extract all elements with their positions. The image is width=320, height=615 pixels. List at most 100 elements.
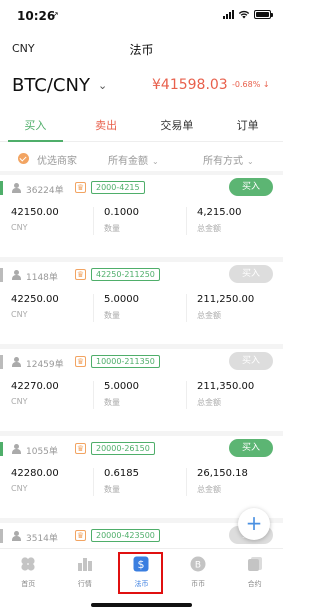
add-button[interactable]: + xyxy=(238,508,270,540)
tab-sell[interactable]: 卖出 xyxy=(71,114,142,141)
order-count: 1148单 xyxy=(26,273,58,283)
chevron-down-icon: ⌄ xyxy=(97,79,108,92)
card-accent-bar xyxy=(0,355,3,369)
card-accent-bar xyxy=(0,529,3,543)
limit-range-badge: 10000-211350 xyxy=(91,355,160,368)
divider xyxy=(93,381,94,409)
price-label: CNY xyxy=(11,223,28,232)
crown-icon: ♛ xyxy=(75,356,86,367)
pair-selector[interactable]: BTC/CNY ⌄ xyxy=(12,75,107,96)
divider xyxy=(93,207,94,235)
order-count: 3514单 xyxy=(26,534,58,544)
offer-card-header: 1055单 ♛ 20000-26150 买入 xyxy=(0,439,283,458)
pair-row: BTC/CNY ⌄ ¥41598.03 -0.68% ↓ xyxy=(0,68,283,106)
offer-card: 1055单 ♛ 20000-26150 买入 42280.00 CNY 0.61… xyxy=(0,436,283,518)
coin-icon: B xyxy=(190,556,206,572)
nav-label: 币币 xyxy=(191,580,206,588)
quantity-column: 5.0000 数量 xyxy=(104,381,139,408)
buy-button[interactable]: 买入 xyxy=(229,352,273,370)
price-value: 42150.00 xyxy=(11,207,59,218)
user-icon xyxy=(12,444,21,454)
price-column: 42250.00 CNY xyxy=(11,294,59,319)
market-icon xyxy=(77,558,92,571)
total-label: 总金额 xyxy=(197,311,221,320)
price-column: 42150.00 CNY xyxy=(11,207,59,232)
price-value: 42250.00 xyxy=(11,294,59,305)
offer-card: 36224单 ♛ 2000-4215 买入 42150.00 CNY 0.100… xyxy=(0,175,283,257)
divider xyxy=(186,207,187,235)
buy-button[interactable]: 买入 xyxy=(229,265,273,283)
buy-button[interactable]: 买入 xyxy=(229,178,273,196)
quantity-column: 5.0000 数量 xyxy=(104,294,139,321)
price-label: CNY xyxy=(11,484,28,493)
price-label: CNY xyxy=(11,397,28,406)
pair-change: -0.68% ↓ xyxy=(232,80,270,89)
nav-contract[interactable]: 合约 xyxy=(226,549,283,592)
payment-method-filter-label: 所有方式 xyxy=(203,156,243,167)
offer-card-header: 36224单 ♛ 2000-4215 买入 xyxy=(0,178,283,197)
check-circle-icon[interactable] xyxy=(18,153,29,164)
pair-price: ¥41598.03 xyxy=(152,77,228,93)
page-title: 法币 xyxy=(129,43,154,57)
total-value: 4,215.00 xyxy=(197,207,242,218)
total-column: 211,350.00 总金额 xyxy=(197,381,254,408)
tab-trade-orders[interactable]: 交易单 xyxy=(142,114,213,141)
tab-orders[interactable]: 订单 xyxy=(212,114,283,141)
tab-bar: 买入 卖出 交易单 订单 xyxy=(0,114,283,142)
amount-filter[interactable]: 所有金额 ⌄ xyxy=(108,152,159,167)
total-column: 211,250.00 总金额 xyxy=(197,294,254,321)
quantity-value: 0.6185 xyxy=(104,468,139,479)
nav-coin[interactable]: B 币币 xyxy=(170,549,227,592)
preferred-merchant-filter[interactable]: 优选商家 xyxy=(37,152,77,167)
contract-icon xyxy=(247,557,262,571)
nav-market[interactable]: 行情 xyxy=(57,549,114,592)
quantity-value: 5.0000 xyxy=(104,381,139,392)
quantity-label: 数量 xyxy=(104,485,120,494)
home-icon xyxy=(21,557,35,571)
nav-label: 行情 xyxy=(77,580,92,588)
limit-range-badge: 2000-4215 xyxy=(91,181,145,194)
total-label: 总金额 xyxy=(197,485,221,494)
total-value: 211,250.00 xyxy=(197,294,255,305)
quantity-label: 数量 xyxy=(104,398,120,407)
price-column: 42270.00 CNY xyxy=(11,381,59,406)
order-count: 12459单 xyxy=(26,360,64,370)
battery-icon xyxy=(254,10,273,19)
card-accent-bar xyxy=(0,181,3,195)
total-label: 总金额 xyxy=(197,398,221,407)
pair-name: BTC/CNY xyxy=(12,75,90,96)
card-accent-bar xyxy=(0,442,3,456)
payment-method-filter[interactable]: 所有方式 ⌄ xyxy=(203,152,254,167)
divider xyxy=(186,468,187,496)
limit-range-badge: 20000-26150 xyxy=(91,442,155,455)
divider xyxy=(93,294,94,322)
crown-icon: ♛ xyxy=(75,182,86,193)
quantity-label: 数量 xyxy=(104,224,120,233)
status-icons xyxy=(223,10,273,19)
selection-highlight xyxy=(118,552,163,594)
nav-label: 首页 xyxy=(21,580,36,588)
amount-filter-label: 所有金额 xyxy=(108,156,148,167)
crown-icon: ♛ xyxy=(75,530,86,541)
order-count: 1055单 xyxy=(26,447,58,457)
limit-range-badge: 42250-211250 xyxy=(91,268,160,281)
quantity-column: 0.1000 数量 xyxy=(104,207,139,234)
divider xyxy=(186,294,187,322)
order-count: 36224单 xyxy=(26,186,64,196)
tab-buy[interactable]: 买入 xyxy=(0,114,71,142)
chevron-down-icon: ⌄ xyxy=(152,157,159,166)
offer-card: 12459单 ♛ 10000-211350 买入 42270.00 CNY 5.… xyxy=(0,349,283,431)
quantity-column: 0.6185 数量 xyxy=(104,468,139,495)
card-accent-bar xyxy=(0,268,3,282)
crown-icon: ♛ xyxy=(75,269,86,280)
offer-card-header: 12459单 ♛ 10000-211350 买入 xyxy=(0,352,283,371)
quantity-value: 0.1000 xyxy=(104,207,139,218)
user-icon xyxy=(12,531,21,541)
buy-button[interactable]: 买入 xyxy=(229,439,273,457)
total-value: 26,150.18 xyxy=(197,468,248,479)
signal-icon xyxy=(223,10,234,19)
nav-home[interactable]: 首页 xyxy=(0,549,57,592)
nav-label: 合约 xyxy=(247,580,262,588)
price-column: 42280.00 CNY xyxy=(11,468,59,493)
quantity-label: 数量 xyxy=(104,311,120,320)
